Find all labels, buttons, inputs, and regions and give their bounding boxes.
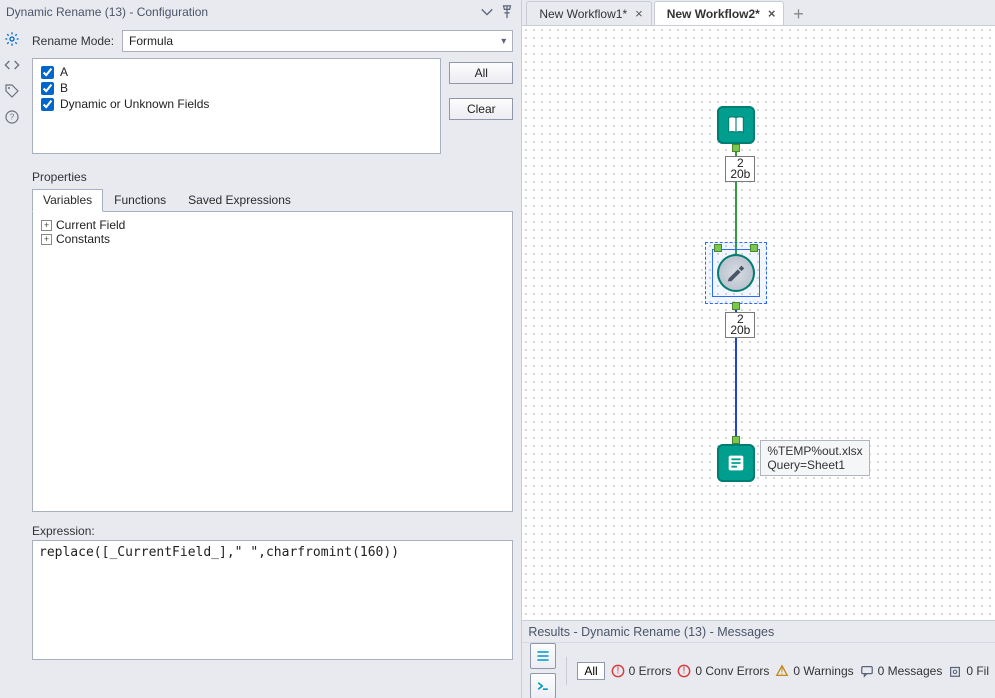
code-icon[interactable] (3, 56, 21, 74)
results-cmd-icon[interactable] (530, 673, 556, 698)
close-icon[interactable]: × (768, 6, 776, 21)
pin-icon[interactable] (499, 4, 515, 20)
expand-icon[interactable]: + (41, 220, 52, 231)
error-icon: ! (611, 664, 625, 678)
tree-item[interactable]: + Current Field (41, 218, 504, 232)
filter-warnings[interactable]: ! 0 Warnings (775, 664, 853, 678)
checkbox-input[interactable] (41, 66, 54, 79)
output-tool[interactable] (717, 444, 755, 482)
svg-text:!: ! (683, 664, 686, 676)
input-anchor-l[interactable] (714, 244, 722, 252)
tab-saved-expressions[interactable]: Saved Expressions (177, 189, 302, 212)
workspace-panel: New Workflow1* × New Workflow2* × + 2 20… (522, 0, 995, 698)
output-anchor[interactable] (732, 144, 740, 152)
status-label: 0 Messages (878, 664, 943, 678)
properties-tabs: Variables Functions Saved Expressions (32, 188, 513, 212)
field-label: Dynamic or Unknown Fields (60, 97, 209, 111)
expression-label: Expression: (32, 524, 513, 538)
input-tool[interactable] (717, 106, 755, 144)
record-counter: 2 20b (725, 156, 755, 182)
tag-icon[interactable] (3, 82, 21, 100)
workflow-canvas[interactable]: 2 20b 2 20b %TEMP%out.xlsx Q (522, 26, 995, 620)
field-checkbox[interactable]: Dynamic or Unknown Fields (41, 97, 432, 111)
svg-text:!: ! (781, 665, 784, 677)
expand-icon[interactable]: + (41, 234, 52, 245)
filter-files[interactable]: 0 Fil (948, 664, 989, 678)
tab-label: New Workflow2* (667, 7, 760, 21)
add-tab-button[interactable]: + (786, 3, 810, 25)
file-icon (948, 664, 962, 678)
chevron-down-icon: ▾ (501, 36, 506, 47)
checkbox-input[interactable] (41, 98, 54, 111)
field-checkbox[interactable]: A (41, 65, 432, 79)
field-checkbox[interactable]: B (41, 81, 432, 95)
status-label: 0 Errors (629, 664, 672, 678)
panel-titlebar: Dynamic Rename (13) - Configuration (0, 0, 521, 24)
rename-mode-select[interactable]: Formula ▾ (122, 30, 513, 52)
record-counter: 2 20b (725, 312, 755, 338)
results-title: Results - Dynamic Rename (13) - Messages (522, 620, 995, 642)
tab-label: New Workflow1* (539, 7, 627, 21)
workflow-tab[interactable]: New Workflow1* × (526, 1, 651, 25)
all-button[interactable]: All (449, 62, 513, 84)
side-icon-strip: ? (0, 24, 24, 698)
tooltip-line: Query=Sheet1 (767, 458, 862, 472)
input-anchor-r[interactable] (750, 244, 758, 252)
fields-listbox[interactable]: A B Dynamic or Unknown Fields (32, 58, 441, 154)
svg-text:!: ! (616, 664, 619, 676)
config-panel: Dynamic Rename (13) - Configuration (0, 0, 522, 698)
rename-mode-value: Formula (129, 34, 173, 48)
tool-tooltip: %TEMP%out.xlsx Query=Sheet1 (760, 440, 869, 476)
filter-errors[interactable]: ! 0 Errors (611, 664, 672, 678)
warning-icon: ! (775, 664, 789, 678)
expression-input[interactable]: replace([_CurrentField_]," ",charfromint… (32, 540, 513, 660)
close-icon[interactable]: × (635, 6, 643, 21)
field-label: B (60, 81, 68, 95)
filter-messages[interactable]: 0 Messages (860, 664, 943, 678)
conv-error-icon: ! (677, 664, 691, 678)
filter-all[interactable]: All (577, 662, 604, 680)
document-tabs: New Workflow1* × New Workflow2* × + (522, 0, 995, 26)
counter-bytes: 20b (730, 169, 750, 180)
svg-text:?: ? (10, 113, 15, 122)
help-icon[interactable]: ? (3, 108, 21, 126)
output-anchor[interactable] (732, 302, 740, 310)
tab-variables[interactable]: Variables (32, 189, 103, 212)
input-anchor[interactable] (732, 436, 740, 444)
filter-conv-errors[interactable]: ! 0 Conv Errors (677, 664, 769, 678)
status-label: 0 Fil (966, 664, 989, 678)
checkbox-input[interactable] (41, 82, 54, 95)
tab-functions[interactable]: Functions (103, 189, 177, 212)
status-label: 0 Conv Errors (695, 664, 769, 678)
gear-icon[interactable] (3, 30, 21, 48)
status-label: 0 Warnings (793, 664, 853, 678)
tree-item-label: Constants (56, 232, 110, 246)
rename-mode-label: Rename Mode: (32, 34, 114, 48)
collapse-icon[interactable] (479, 4, 495, 20)
results-view-icon[interactable] (530, 643, 556, 669)
tree-item[interactable]: + Constants (41, 232, 504, 246)
message-icon (860, 664, 874, 678)
tree-item-label: Current Field (56, 218, 125, 232)
counter-bytes: 20b (730, 325, 750, 336)
variables-tree[interactable]: + Current Field + Constants (32, 212, 513, 512)
properties-label: Properties (32, 170, 513, 184)
tooltip-line: %TEMP%out.xlsx (767, 444, 862, 458)
workflow-tab[interactable]: New Workflow2* × (654, 1, 785, 25)
field-label: A (60, 65, 68, 79)
clear-button[interactable]: Clear (449, 98, 513, 120)
panel-title: Dynamic Rename (13) - Configuration (6, 5, 208, 19)
results-bar: All ! 0 Errors ! 0 Conv Errors ! 0 Warni… (522, 642, 995, 698)
